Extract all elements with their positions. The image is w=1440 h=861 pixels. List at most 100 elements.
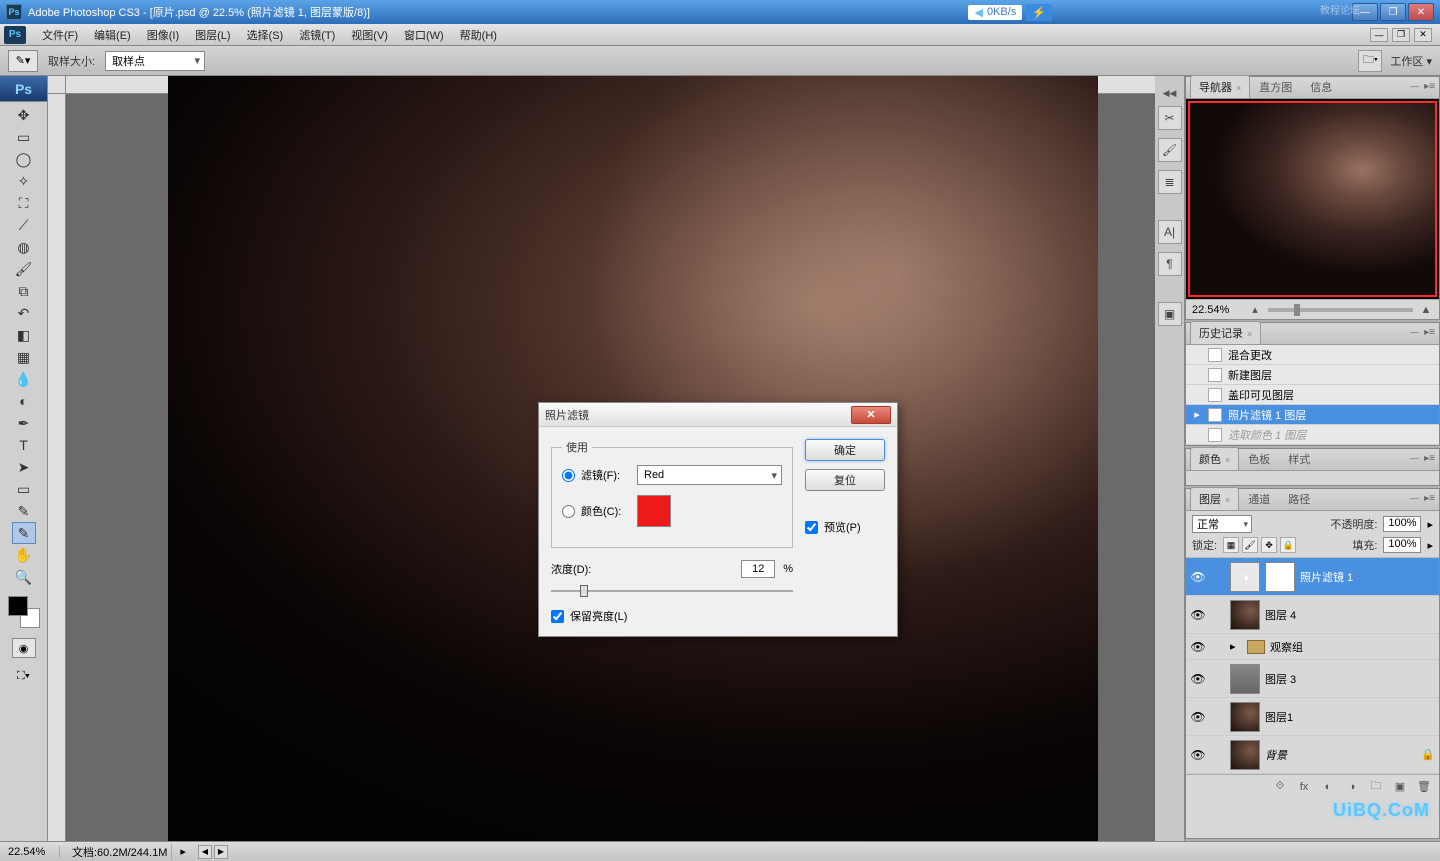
fill-input[interactable]: 100% [1383, 537, 1421, 553]
zoom-out-icon[interactable]: ▴ [1248, 303, 1262, 317]
tab-histogram[interactable]: 直方图 [1250, 75, 1301, 98]
doc-restore-button[interactable]: ❐ [1392, 28, 1410, 42]
path-selection-tool[interactable]: ➤ [12, 456, 36, 478]
adjustment-layer-icon[interactable]: ◑ [1343, 779, 1361, 795]
dodge-tool[interactable]: ◐ [12, 390, 36, 412]
color-swatch[interactable] [637, 495, 671, 527]
navigator-zoom-slider[interactable] [1268, 308, 1413, 312]
maximize-button[interactable]: ❐ [1380, 3, 1406, 21]
visibility-toggle[interactable]: 👁 [1190, 672, 1206, 686]
layer-thumb[interactable] [1230, 702, 1260, 732]
density-input[interactable] [741, 560, 775, 578]
quick-mask-toggle[interactable]: ◉ [12, 638, 36, 658]
layer-item[interactable]: 👁 图层1 [1186, 698, 1439, 736]
visibility-toggle[interactable]: 👁 [1190, 640, 1206, 654]
color-swatches[interactable] [8, 596, 40, 628]
dialog-titlebar[interactable]: 照片滤镜 ✕ [539, 403, 897, 427]
vertical-ruler[interactable] [48, 94, 66, 841]
history-brush-tool[interactable]: ↶ [12, 302, 36, 324]
menu-help[interactable]: 帮助(H) [452, 25, 505, 45]
layers-collapse-button[interactable]: — [1410, 493, 1419, 503]
dock-icon-5[interactable]: ¶ [1158, 252, 1182, 276]
menu-edit[interactable]: 编辑(E) [86, 25, 139, 45]
layer-thumb[interactable] [1230, 664, 1260, 694]
menu-window[interactable]: 窗口(W) [396, 25, 452, 45]
menu-view[interactable]: 视图(V) [343, 25, 396, 45]
mask-thumb[interactable] [1265, 562, 1295, 592]
workspace-label[interactable]: 工作区 ▾ [1390, 53, 1432, 69]
link-layers-icon[interactable]: ⟐ [1271, 779, 1289, 795]
color-radio[interactable] [562, 505, 575, 518]
zoom-in-icon[interactable]: ▲ [1419, 303, 1433, 317]
lock-pixels-icon[interactable]: 🖌 [1242, 537, 1258, 553]
color-collapse-button[interactable]: — [1410, 453, 1419, 463]
layer-thumb[interactable] [1230, 600, 1260, 630]
delete-layer-icon[interactable]: 🗑 [1415, 779, 1433, 795]
new-layer-icon[interactable]: ▣ [1391, 779, 1409, 795]
visibility-toggle[interactable]: 👁 [1190, 608, 1206, 622]
adjustment-thumb-icon[interactable]: ◑ [1230, 562, 1260, 592]
dock-icon-2[interactable]: 🖌 [1158, 138, 1182, 162]
preview-checkbox[interactable] [805, 521, 818, 534]
close-button[interactable]: ✕ [1408, 3, 1434, 21]
tab-history[interactable]: 历史记录× [1190, 321, 1261, 344]
blend-mode-dropdown[interactable]: 正常 [1192, 515, 1252, 533]
opacity-input[interactable]: 100% [1383, 516, 1421, 532]
tab-color[interactable]: 颜色× [1190, 447, 1239, 470]
layer-item[interactable]: 👁 图层 4 [1186, 596, 1439, 634]
reset-button[interactable]: 复位 [805, 469, 885, 491]
ruler-origin[interactable] [48, 76, 66, 94]
history-item[interactable]: 盖印可见图层 [1186, 385, 1439, 405]
group-expand-icon[interactable]: ▸ [1230, 640, 1242, 653]
density-slider[interactable] [551, 584, 793, 598]
history-item[interactable]: 混合更改 [1186, 345, 1439, 365]
dock-icon-6[interactable]: ▣ [1158, 302, 1182, 326]
go-bridge-button[interactable]: 🗀▾ [1358, 50, 1382, 72]
panel-menu-button[interactable]: ▸≡ [1424, 81, 1435, 92]
layer-group-item[interactable]: 👁 ▸ 观察组 [1186, 634, 1439, 660]
foreground-color[interactable] [8, 596, 28, 616]
type-tool[interactable]: T [12, 434, 36, 456]
lock-all-icon[interactable]: 🔒 [1280, 537, 1296, 553]
pen-tool[interactable]: ✒ [12, 412, 36, 434]
history-item[interactable]: 新建图层 [1186, 365, 1439, 385]
filter-dropdown[interactable]: Red [637, 465, 782, 485]
tool-preset-picker[interactable]: ✎▾ [8, 50, 38, 72]
navigator-view-box[interactable] [1188, 101, 1437, 297]
shape-tool[interactable]: ▭ [12, 478, 36, 500]
brush-tool[interactable]: 🖌 [12, 258, 36, 280]
dock-icon-3[interactable]: ≣ [1158, 170, 1182, 194]
dock-collapse-toggle[interactable]: ◀◀ [1155, 86, 1184, 100]
layer-item[interactable]: 👁 图层 3 [1186, 660, 1439, 698]
new-group-icon[interactable]: 🗀 [1367, 779, 1385, 795]
screen-mode-toggle[interactable]: ⛶▾ [12, 666, 36, 686]
navigator-zoom-value[interactable]: 22.54% [1192, 304, 1242, 316]
lock-transparency-icon[interactable]: ▦ [1223, 537, 1239, 553]
doc-minimize-button[interactable]: — [1370, 28, 1388, 42]
notes-tool[interactable]: ✎ [12, 500, 36, 522]
ok-button[interactable]: 确定 [805, 439, 885, 461]
status-menu-arrow[interactable]: ▸ [180, 845, 186, 858]
status-doc-info[interactable]: 文档:60.2M/244.1M [68, 844, 172, 860]
clone-stamp-tool[interactable]: ⧉ [12, 280, 36, 302]
filter-radio[interactable] [562, 469, 575, 482]
scroll-right-button[interactable]: ▶ [214, 845, 228, 859]
history-collapse-button[interactable]: — [1410, 327, 1419, 337]
color-menu-button[interactable]: ▸≡ [1424, 453, 1435, 464]
tab-paths[interactable]: 路径 [1279, 487, 1319, 510]
history-menu-button[interactable]: ▸≡ [1424, 327, 1435, 338]
tab-styles[interactable]: 样式 [1279, 447, 1319, 470]
dock-icon-4[interactable]: A| [1158, 220, 1182, 244]
ps-badge-icon[interactable]: Ps [4, 26, 26, 44]
menu-layer[interactable]: 图层(L) [187, 25, 238, 45]
menu-file[interactable]: 文件(F) [34, 25, 86, 45]
tab-channels[interactable]: 通道 [1239, 487, 1279, 510]
lasso-tool[interactable]: ◯ [12, 148, 36, 170]
tab-layers[interactable]: 图层× [1190, 487, 1239, 510]
tab-info[interactable]: 信息 [1301, 75, 1341, 98]
layer-style-icon[interactable]: fx [1295, 779, 1313, 795]
lock-position-icon[interactable]: ✥ [1261, 537, 1277, 553]
visibility-toggle[interactable]: 👁 [1190, 570, 1206, 584]
scroll-left-button[interactable]: ◀ [198, 845, 212, 859]
crop-tool[interactable]: ⛶ [12, 192, 36, 214]
